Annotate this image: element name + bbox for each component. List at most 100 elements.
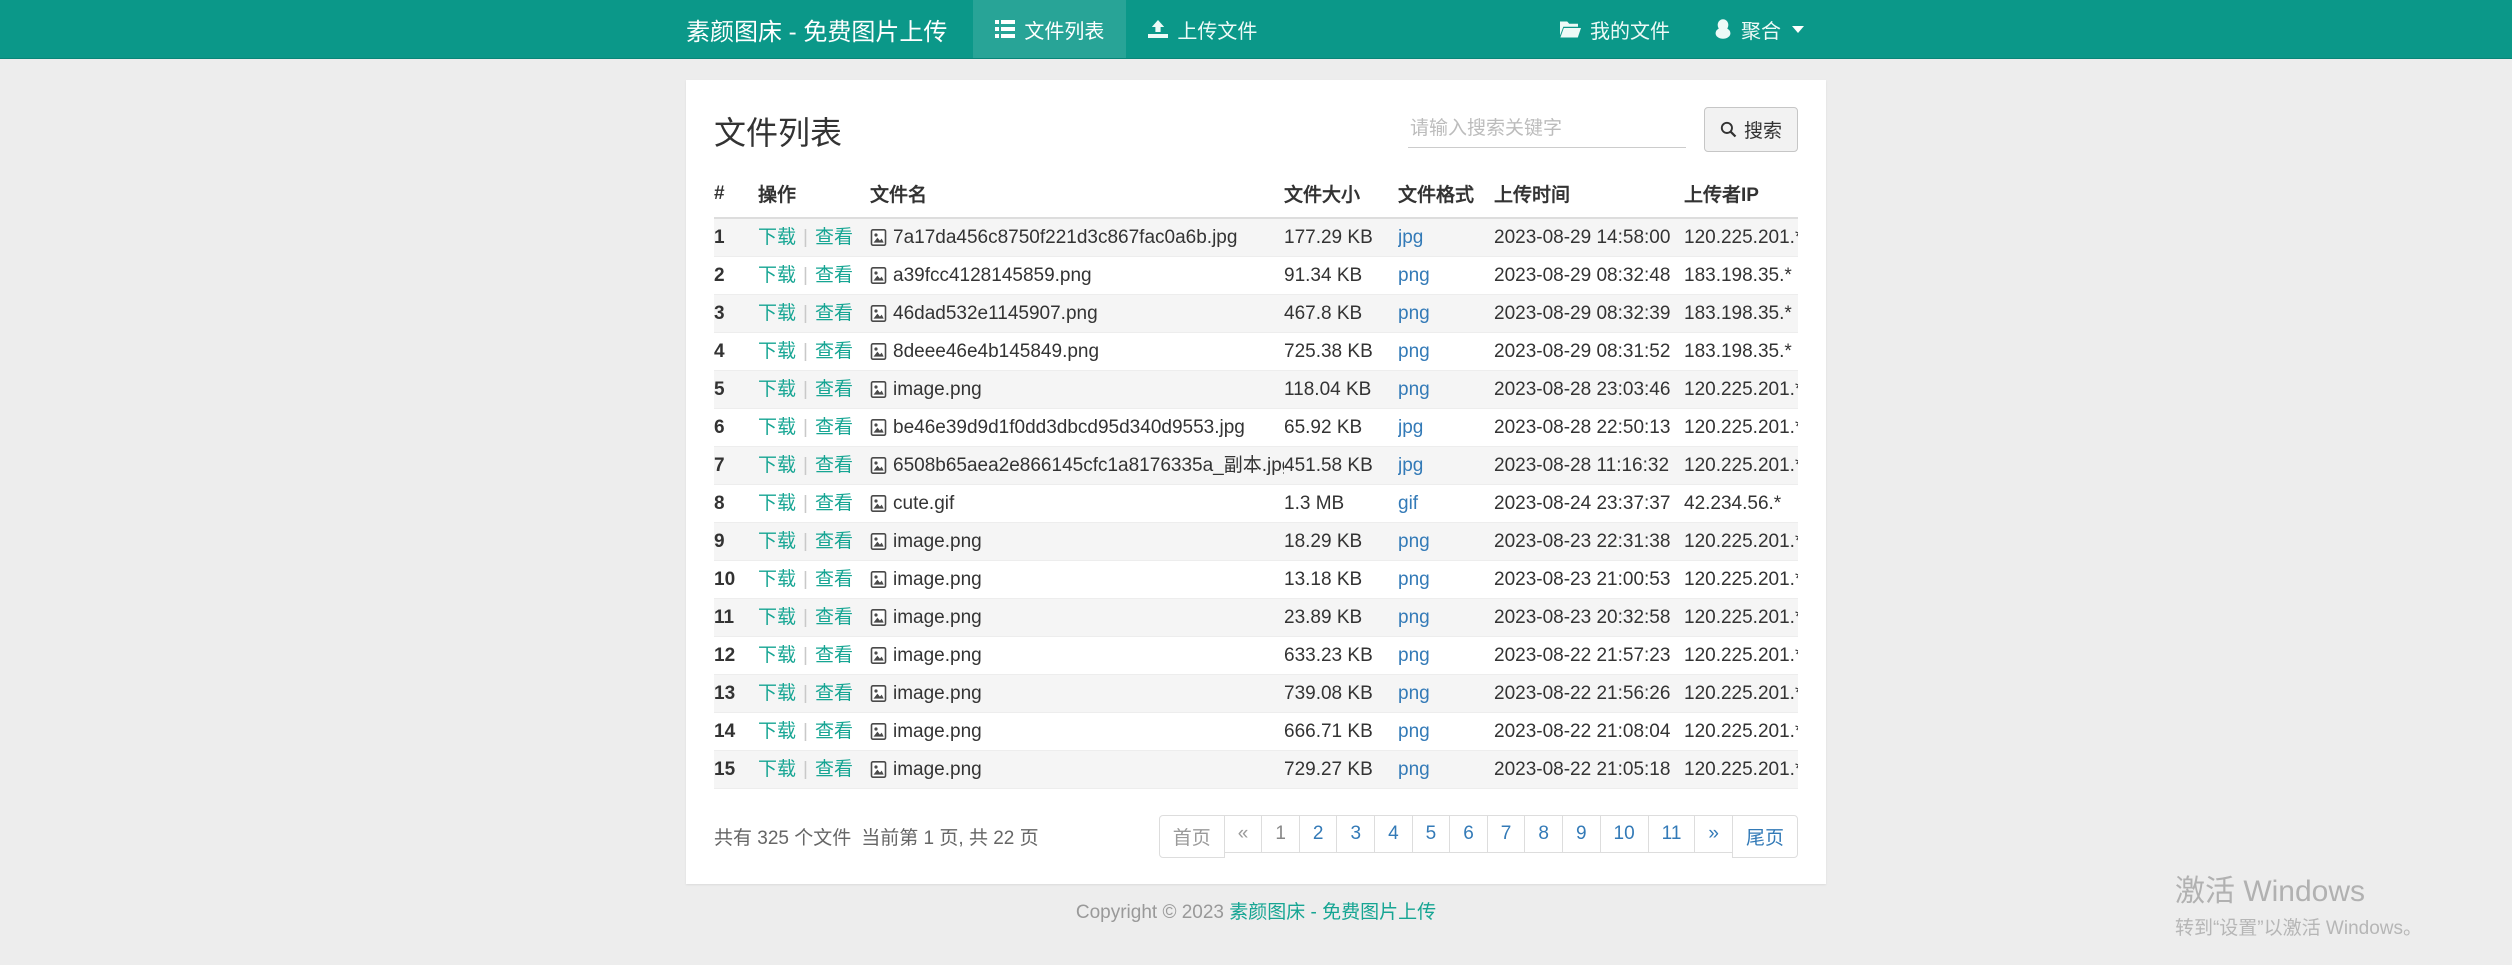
pagination-link[interactable]: 尾页 <box>1732 815 1798 858</box>
row-index: 4 <box>714 333 758 371</box>
row-uploader-ip: 120.225.201.* <box>1684 599 1798 637</box>
table-header-row: # 操作 文件名 文件大小 文件格式 上传时间 上传者IP <box>714 170 1798 218</box>
download-link[interactable]: 下载 <box>758 303 796 324</box>
search-button[interactable]: 搜索 <box>1704 107 1798 152</box>
file-count-summary: 共有 325 个文件当前第 1 页, 共 22 页 <box>714 823 1049 850</box>
row-uploader-ip: 120.225.201.* <box>1684 751 1798 789</box>
format-link[interactable]: png <box>1398 683 1430 704</box>
row-format: png <box>1398 751 1494 789</box>
pagination-link[interactable]: » <box>1694 815 1733 853</box>
nav-item-juhe-dropdown[interactable]: 聚合 <box>1692 0 1826 58</box>
image-file-icon <box>870 457 887 474</box>
pagination-link[interactable]: 2 <box>1299 815 1338 853</box>
view-link[interactable]: 查看 <box>815 569 853 590</box>
format-link[interactable]: jpg <box>1398 417 1423 438</box>
row-filename-cell: 7a17da456c8750f221d3c867fac0a6b.jpg <box>870 218 1284 257</box>
table-row: 7 下载|查看 6508b65aea2e866145cfc1a8176335a_… <box>714 447 1798 485</box>
file-name: cute.gif <box>893 493 954 514</box>
download-link[interactable]: 下载 <box>758 683 796 704</box>
row-format: png <box>1398 523 1494 561</box>
download-link[interactable]: 下载 <box>758 455 796 476</box>
format-link[interactable]: png <box>1398 721 1430 742</box>
nav-item-my-files[interactable]: 我的文件 <box>1537 0 1692 58</box>
download-link[interactable]: 下载 <box>758 759 796 780</box>
format-link[interactable]: jpg <box>1398 227 1423 248</box>
format-link[interactable]: png <box>1398 607 1430 628</box>
format-link[interactable]: png <box>1398 569 1430 590</box>
nav-item-label: 上传文件 <box>1177 15 1257 44</box>
file-name: 8deee46e4b145849.png <box>893 341 1099 362</box>
table-row: 4 下载|查看 8deee46e4b145849.png 725.38 KB p… <box>714 333 1798 371</box>
view-link[interactable]: 查看 <box>815 341 853 362</box>
view-link[interactable]: 查看 <box>815 683 853 704</box>
row-index: 10 <box>714 561 758 599</box>
pagination-link: 1 <box>1261 815 1300 853</box>
nav-item-upload[interactable]: 上传文件 <box>1126 0 1279 58</box>
format-link[interactable]: png <box>1398 379 1430 400</box>
pagination-link[interactable]: 6 <box>1449 815 1488 853</box>
view-link[interactable]: 查看 <box>815 759 853 780</box>
row-actions: 下载 | 查看 <box>758 218 870 257</box>
format-link[interactable]: png <box>1398 759 1430 780</box>
format-link[interactable]: png <box>1398 341 1430 362</box>
view-link[interactable]: 查看 <box>815 455 853 476</box>
action-separator: | <box>803 683 808 704</box>
row-size: 451.58 KB <box>1284 447 1398 485</box>
download-link[interactable]: 下载 <box>758 607 796 628</box>
pagination-link[interactable]: 9 <box>1562 815 1601 853</box>
pagination-link[interactable]: 11 <box>1648 815 1696 853</box>
view-link[interactable]: 查看 <box>815 645 853 666</box>
download-link[interactable]: 下载 <box>758 417 796 438</box>
nav-item-file-list[interactable]: 文件列表 <box>973 0 1126 58</box>
download-link[interactable]: 下载 <box>758 721 796 742</box>
action-separator: | <box>803 227 808 248</box>
pagination-link[interactable]: 3 <box>1336 815 1375 853</box>
pagination-link[interactable]: 7 <box>1487 815 1526 853</box>
view-link[interactable]: 查看 <box>815 607 853 628</box>
download-link[interactable]: 下载 <box>758 265 796 286</box>
format-link[interactable]: png <box>1398 303 1430 324</box>
pagination-link[interactable]: 10 <box>1600 815 1649 853</box>
pagination-item: 5 <box>1413 815 1451 858</box>
format-link[interactable]: jpg <box>1398 455 1423 476</box>
download-link[interactable]: 下载 <box>758 341 796 362</box>
table-row: 13 下载|查看 image.png 739.08 KB png 2023-08… <box>714 675 1798 713</box>
view-link[interactable]: 查看 <box>815 417 853 438</box>
row-index: 8 <box>714 485 758 523</box>
view-link[interactable]: 查看 <box>815 721 853 742</box>
view-link[interactable]: 查看 <box>815 265 853 286</box>
file-name: image.png <box>893 379 982 400</box>
table-row: 9 下载|查看 image.png 18.29 KB png 2023-08-2… <box>714 523 1798 561</box>
download-link[interactable]: 下载 <box>758 493 796 514</box>
pagination-link[interactable]: 8 <box>1524 815 1563 853</box>
view-link[interactable]: 查看 <box>815 303 853 324</box>
view-link[interactable]: 查看 <box>815 227 853 248</box>
search-input[interactable] <box>1408 111 1686 148</box>
view-link[interactable]: 查看 <box>815 531 853 552</box>
format-link[interactable]: png <box>1398 531 1430 552</box>
format-link[interactable]: png <box>1398 645 1430 666</box>
table-row: 1 下载|查看 7a17da456c8750f221d3c867fac0a6b.… <box>714 218 1798 257</box>
download-link[interactable]: 下载 <box>758 569 796 590</box>
action-separator: | <box>803 721 808 742</box>
pagination-link: 首页 <box>1159 815 1225 858</box>
brand[interactable]: 素颜图床 - 免费图片上传 <box>686 0 973 58</box>
row-upload-time: 2023-08-23 22:31:38 <box>1494 523 1684 561</box>
table-row: 14 下载|查看 image.png 666.71 KB png 2023-08… <box>714 713 1798 751</box>
search-icon <box>1720 121 1737 138</box>
pagination-link[interactable]: 4 <box>1374 815 1413 853</box>
pagination-link[interactable]: 5 <box>1412 815 1451 853</box>
download-link[interactable]: 下载 <box>758 531 796 552</box>
row-filename-cell: 6508b65aea2e866145cfc1a8176335a_副本.jpg <box>870 447 1284 485</box>
download-link[interactable]: 下载 <box>758 645 796 666</box>
action-separator: | <box>803 379 808 400</box>
format-link[interactable]: gif <box>1398 493 1418 514</box>
view-link[interactable]: 查看 <box>815 493 853 514</box>
view-link[interactable]: 查看 <box>815 379 853 400</box>
format-link[interactable]: png <box>1398 265 1430 286</box>
copyright-site-link[interactable]: 素颜图床 - 免费图片上传 <box>1229 902 1436 923</box>
row-upload-time: 2023-08-24 23:37:37 <box>1494 485 1684 523</box>
col-header-size: 文件大小 <box>1284 170 1398 218</box>
download-link[interactable]: 下载 <box>758 227 796 248</box>
download-link[interactable]: 下载 <box>758 379 796 400</box>
